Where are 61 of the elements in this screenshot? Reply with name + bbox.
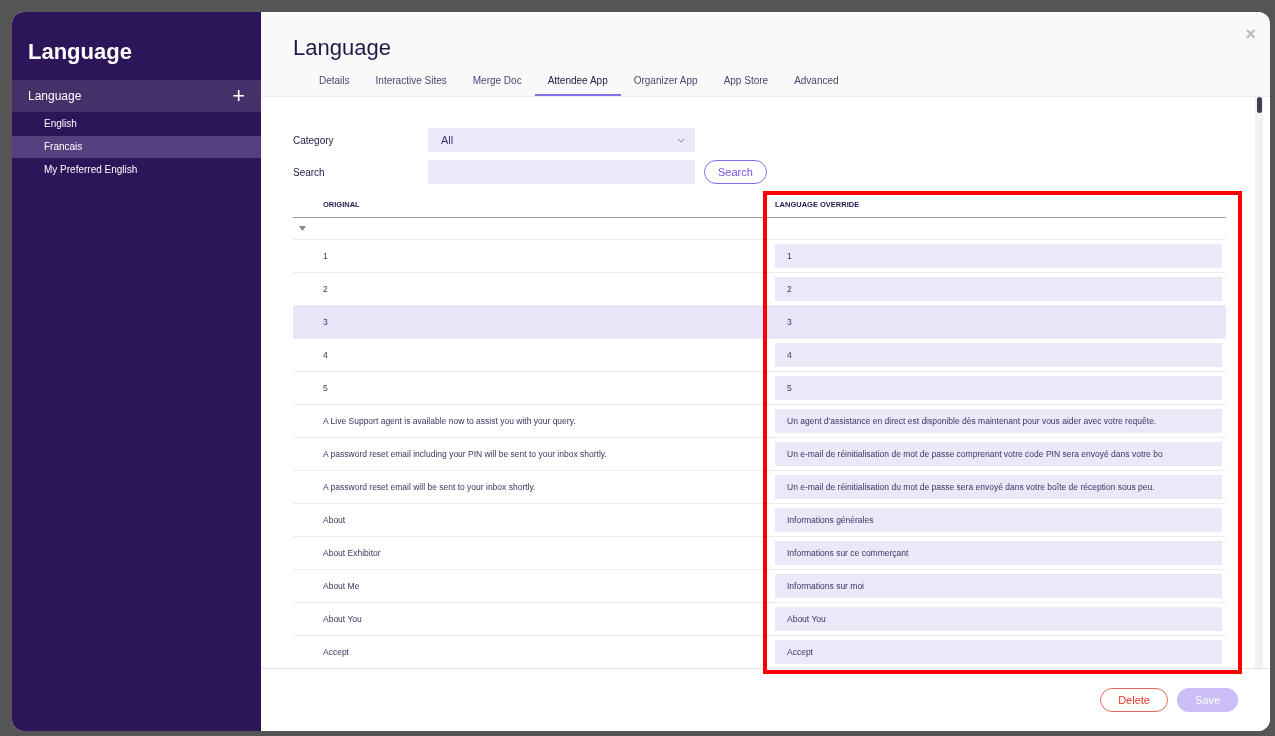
original-text: A Live Support agent is available now to assist you with your query. <box>323 416 576 426</box>
tab[interactable]: Interactive Sites <box>362 75 460 96</box>
override-field[interactable]: 5 <box>775 376 1222 400</box>
scrollbar-thumb[interactable] <box>1256 97 1262 113</box>
sidebar-item[interactable]: Francais <box>12 136 261 158</box>
original-text: About You <box>323 614 362 624</box>
original-text: A password reset email will be sent to your inbox shortly. <box>323 482 536 492</box>
table-row[interactable]: About Me Informations sur moi <box>293 570 1226 603</box>
sidebar-title: Language <box>27 38 133 66</box>
original-text: About Me <box>323 581 360 591</box>
page-title: Language <box>293 35 391 61</box>
override-field[interactable]: About You <box>775 607 1222 631</box>
table-row[interactable]: 2 2 <box>293 273 1226 306</box>
table-row[interactable]: About Informations générales <box>293 504 1226 537</box>
override-field[interactable]: Un e-mail de réinitialisation de mot de passe comprenant votre code PIN sera envoyé dans votre bo <box>775 442 1222 466</box>
delete-button[interactable]: Delete <box>1100 688 1168 712</box>
original-text: A password reset email including your PIN will be sent to your inbox shortly. <box>323 449 607 459</box>
tab[interactable]: Advanced <box>781 75 852 96</box>
table-row[interactable]: A password reset email including your PIN will be sent to your inbox shortly. Un e-mail de réinitialisation de mot de passe comprenant votre code PIN sera envoyé dans votre bo <box>293 438 1226 471</box>
override-field[interactable]: 4 <box>775 343 1222 367</box>
table-row[interactable]: 5 5 <box>293 372 1226 405</box>
table-row[interactable]: A password reset email will be sent to your inbox shortly. Un e-mail de réinitialisation du mot de passe sera envoyé dans votre boîte de réception sous peu. <box>293 471 1226 504</box>
tab[interactable]: Organizer App <box>620 75 711 96</box>
caret-icon[interactable] <box>299 226 306 231</box>
table-row[interactable]: 3 3 <box>293 306 1226 339</box>
override-field[interactable]: Un e-mail de réinitialisation du mot de passe sera envoyé dans votre boîte de réception sous peu. <box>775 475 1222 499</box>
override-field[interactable]: 2 <box>775 277 1222 301</box>
override-field[interactable]: 1 <box>775 244 1222 268</box>
chevron-down-icon <box>677 137 685 143</box>
override-field[interactable]: Informations sur moi <box>775 574 1222 598</box>
override-field[interactable]: Un agent d'assistance en direct est disponible dès maintenant pour vous aider avec votre requête. <box>775 409 1222 433</box>
tab[interactable]: Details <box>306 75 363 96</box>
original-text: Accept <box>323 647 349 657</box>
override-field[interactable]: Informations sur ce commerçant <box>775 541 1222 565</box>
table-row[interactable]: About You About You <box>293 603 1226 636</box>
override-field[interactable]: Informations générales <box>775 508 1222 532</box>
override-field[interactable]: 3 <box>775 310 1222 334</box>
original-text: About Exhibitor <box>323 548 381 558</box>
category-dropdown[interactable]: All <box>428 128 695 152</box>
tab[interactable]: Attendee App <box>534 75 621 96</box>
original-text: About <box>323 515 346 525</box>
original-text: 4 <box>323 350 328 360</box>
sidebar-item[interactable]: My Preferred English <box>12 159 261 181</box>
tab[interactable]: Merge Doc <box>459 75 535 96</box>
table-row[interactable]: 4 4 <box>293 339 1226 372</box>
category-label: Category <box>293 134 335 146</box>
original-text: 3 <box>323 317 328 327</box>
section-label: Language <box>28 89 82 103</box>
add-button[interactable]: + <box>232 85 245 107</box>
original-text: 2 <box>323 284 328 294</box>
search-label: Search <box>293 166 326 178</box>
table-row[interactable]: 1 1 <box>293 240 1226 273</box>
search-button[interactable]: Search <box>704 160 767 184</box>
tab[interactable]: App Store <box>710 75 782 96</box>
original-text: 1 <box>323 251 328 261</box>
table-row[interactable]: About Exhibitor Informations sur ce commerçant <box>293 537 1226 570</box>
original-text: 5 <box>323 383 328 393</box>
override-field[interactable]: Accept <box>775 640 1222 664</box>
sidebar-section[interactable]: Language + <box>12 80 261 112</box>
sidebar-item[interactable]: English <box>12 113 261 135</box>
table-row[interactable]: A Live Support agent is available now to assist you with your query. Un agent d'assistance en direct est disponible dès maintenant pour vous aider avec votre requête. <box>293 405 1226 438</box>
